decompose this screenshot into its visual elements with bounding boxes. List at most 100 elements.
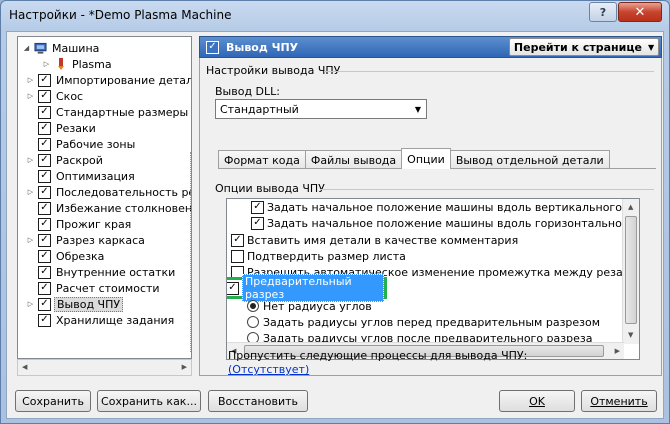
checkbox-checked-icon[interactable]: ✓ [38,153,51,167]
tree-label: Последовательность ре [56,185,192,199]
tree-horizontal-scrollbar[interactable]: ◀ ▶ [17,359,192,376]
tab-single-part-output[interactable]: Вывод отдельной детали [449,150,610,169]
panel-title: Вывод ЧПУ [226,40,299,54]
option-horizontal-start[interactable]: ✓ Задать начальное положение машины вдол… [251,215,639,231]
checkbox-checked-icon[interactable]: ✓ [38,121,51,135]
radio-unselected-icon[interactable] [247,316,259,328]
expand-arrow-icon[interactable]: ▷ [26,236,35,245]
checkbox-checked-icon[interactable]: ✓ [38,89,51,103]
save-button[interactable]: Сохранить [15,390,91,412]
checkbox-unchecked-icon[interactable] [231,249,244,263]
checkbox-checked-icon[interactable]: ✓ [38,249,51,263]
checkbox-checked-icon[interactable]: ✓ [38,233,51,247]
checkbox-checked-icon[interactable]: ✓ [251,200,264,214]
checkbox-checked-icon[interactable]: ✓ [38,313,51,327]
scroll-left-icon[interactable]: ◀ [22,363,27,371]
tree-item[interactable]: ✓ Резаки [26,120,98,136]
checkbox-checked-icon[interactable]: ✓ [251,216,264,230]
checkbox-checked-icon[interactable]: ✓ [38,73,51,87]
dll-label: Вывод DLL: [215,85,280,98]
tree-item[interactable]: ▷ ✓ Импортирование детале [26,72,192,88]
tab-output-files[interactable]: Файлы вывода [304,150,403,169]
window-title: Настройки - *Demo Plasma Machine [9,8,232,22]
scroll-down-icon[interactable]: ▼ [628,331,633,339]
tree-label: Хранилище задания [56,313,175,327]
checkbox-checked-icon[interactable]: ✓ [38,281,51,295]
checkbox-checked-icon[interactable]: ✓ [38,217,51,231]
expand-arrow-icon[interactable]: ▷ [26,300,35,309]
tree-label: Импортирование детале [56,73,192,87]
collapse-icon[interactable]: ▷ [42,60,51,69]
vertical-scroll-thumb[interactable] [625,216,637,324]
checkbox-checked-icon[interactable]: ✓ [231,233,244,247]
radio-no-corner-radius[interactable]: Нет радиуса углов [247,298,372,314]
tree-item[interactable]: ▷ ✓ Разрез каркаса [26,232,147,248]
checkbox-checked-icon[interactable]: ✓ [227,281,239,295]
checkbox-checked-icon[interactable]: ✓ [38,265,51,279]
dll-select[interactable]: Стандартный ▼ [215,99,427,119]
tree-label: Вывод ЧПУ [54,296,124,312]
option-part-name-comment[interactable]: ✓ Вставить имя детали в качестве коммент… [231,232,518,248]
options-divider [320,189,654,190]
tree-item[interactable]: ✓ Расчет стоимости [26,280,162,296]
checkbox-checked-icon[interactable]: ✓ [38,137,51,151]
radio-label: Нет радиуса углов [263,299,372,313]
option-confirm-sheet-size[interactable]: Подтвердить размер листа [231,248,406,264]
checkbox-checked-icon[interactable]: ✓ [38,201,51,215]
tree-item-machine[interactable]: ◢ Машина [22,40,101,56]
tab-options[interactable]: Опции [401,148,451,169]
tree-item-plasma[interactable]: ▷ Plasma [42,56,114,72]
radio-selected-icon[interactable] [247,300,259,312]
tree-label: Обрезка [56,249,105,263]
expand-arrow-icon[interactable]: ▷ [26,76,35,85]
tree-splitter[interactable] [190,152,194,352]
restore-button[interactable]: Восстановить [208,390,308,412]
tree-item[interactable]: ✓ Прожиг края [26,216,133,232]
scroll-right-icon[interactable]: ▶ [615,347,620,355]
skip-processes-label: Пропустить следующие процессы для вывода… [228,349,528,362]
tree-item[interactable]: ▷ ✓ Вывод ЧПУ [26,296,124,312]
expand-arrow-icon[interactable]: ▷ [26,156,35,165]
checkbox-checked-icon[interactable]: ✓ [38,185,51,199]
tree-item[interactable]: ✓ Рабочие зоны [26,136,137,152]
options-vertical-scrollbar[interactable]: ▲ ▼ [622,199,639,344]
expand-arrow-icon[interactable]: ▷ [26,188,35,197]
goto-page-button[interactable]: Перейти к странице ▼ [509,38,659,56]
tree-item[interactable]: ▷ ✓ Раскрой [26,152,105,168]
tree-item[interactable]: ✓ Оптимизация [26,168,137,184]
help-button[interactable]: ? [589,2,617,22]
checkbox-checked-icon[interactable]: ✓ [38,105,51,119]
save-as-button[interactable]: Сохранить как... [97,390,201,412]
tree-item[interactable]: ✓ Внутренние остатки [26,264,177,280]
cancel-button[interactable]: Отменить [581,390,657,412]
settings-tree: ◢ Машина ▷ Plasma ▷ ✓ Импортирование детал… [17,36,192,359]
tree-item[interactable]: ✓ Обрезка [26,248,106,264]
tree-item[interactable]: ▷ ✓ Последовательность ре [26,184,192,200]
skip-processes-link[interactable]: (Отсутствует) [228,363,309,376]
checkbox-checked-icon[interactable]: ✓ [38,297,51,311]
option-vertical-start[interactable]: ✓ Задать начальное положение машины вдол… [251,199,639,215]
tree-item[interactable]: ✓ Хранилище задания [26,312,176,328]
tree-item[interactable]: ✓ Избежание столкновени [26,200,191,216]
highlighted-option-pre-cut[interactable]: ✓ Предварительный разрез [227,274,387,302]
scroll-right-icon[interactable]: ▶ [182,363,187,371]
radio-radius-before-precut[interactable]: Задать радиусы углов перед предварительн… [247,314,600,330]
tree-label: Машина [52,41,100,55]
tree-label: Рабочие зоны [56,137,136,151]
chevron-down-icon: ▼ [414,104,422,114]
scroll-up-icon[interactable]: ▲ [628,203,633,211]
settings-window: Настройки - *Demo Plasma Machine ? ✕ ◢ М… [0,0,670,424]
ok-button[interactable]: OK [499,390,575,412]
tree-item[interactable]: ✓ Стандартные размеры л [26,104,191,120]
close-button[interactable]: ✕ [618,2,662,22]
expand-arrow-icon[interactable]: ▷ [26,92,35,101]
checkbox-checked-icon[interactable]: ✓ [38,169,51,183]
tree-item[interactable]: ▷ ✓ Скос [26,88,85,104]
tab-code-format[interactable]: Формат кода [218,150,306,169]
expand-icon[interactable]: ◢ [22,44,31,53]
panel-body: Настройки вывода ЧПУ Вывод DLL: Стандарт… [199,58,662,376]
goto-page-label: Перейти к странице [513,40,642,54]
